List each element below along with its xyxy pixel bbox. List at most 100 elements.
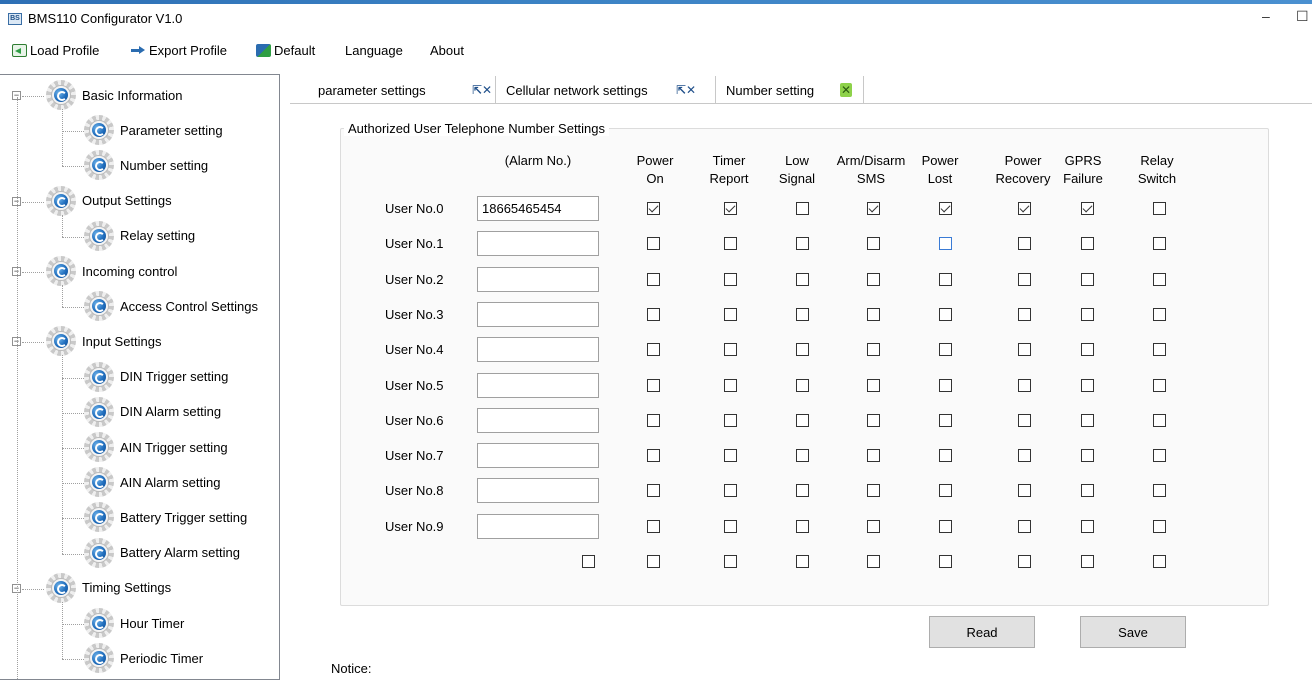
notify-checkbox[interactable]: [1153, 202, 1166, 215]
notify-checkbox[interactable]: [939, 237, 952, 251]
notify-checkbox[interactable]: [1153, 449, 1166, 463]
tree-group-input-settings[interactable]: Input Settings: [46, 325, 162, 357]
notify-checkbox[interactable]: [939, 343, 952, 357]
select-all-checkbox[interactable]: [582, 555, 595, 568]
select-all-checkbox[interactable]: [939, 555, 952, 568]
notify-checkbox[interactable]: [1081, 484, 1094, 498]
notify-checkbox[interactable]: [867, 449, 880, 463]
tree-item-battery-trigger-setting[interactable]: Battery Trigger setting: [84, 501, 247, 533]
notify-checkbox[interactable]: [1018, 343, 1031, 357]
alarm-number-input[interactable]: [477, 443, 599, 469]
tree-item-relay-setting[interactable]: Relay setting: [84, 220, 195, 252]
notify-checkbox[interactable]: [647, 237, 660, 251]
alarm-number-input[interactable]: [477, 337, 599, 363]
tab-number-setting[interactable]: Number setting ✕: [716, 76, 864, 104]
notify-checkbox[interactable]: [724, 484, 737, 498]
notify-checkbox[interactable]: [1153, 378, 1166, 392]
notify-checkbox[interactable]: [796, 378, 809, 392]
tab-close-icon[interactable]: ⇱✕: [472, 83, 492, 97]
alarm-number-input[interactable]: [477, 372, 599, 398]
notify-checkbox[interactable]: [1018, 413, 1031, 427]
alarm-number-input[interactable]: [477, 407, 599, 433]
notify-checkbox[interactable]: [867, 237, 880, 251]
select-all-checkbox[interactable]: [796, 555, 809, 568]
notify-checkbox[interactable]: [724, 307, 737, 321]
tree-item-din-alarm-setting[interactable]: DIN Alarm setting: [84, 396, 221, 428]
tree-group-output-settings[interactable]: Output Settings: [46, 185, 172, 217]
tree-item-parameter-setting[interactable]: Parameter setting: [84, 114, 223, 146]
notify-checkbox[interactable]: [939, 413, 952, 427]
alarm-number-input[interactable]: [477, 231, 599, 257]
maximize-button[interactable]: ☐: [1296, 8, 1309, 25]
notify-checkbox[interactable]: [647, 484, 660, 498]
notify-checkbox[interactable]: [796, 307, 809, 321]
tree-item-periodic-timer[interactable]: Periodic Timer: [84, 642, 203, 674]
alarm-number-input[interactable]: [477, 196, 599, 221]
language-menu[interactable]: Language: [345, 43, 403, 58]
read-button[interactable]: Read: [929, 616, 1035, 648]
notify-checkbox[interactable]: [1081, 307, 1094, 321]
notify-checkbox[interactable]: [939, 307, 952, 321]
notify-checkbox[interactable]: [647, 413, 660, 427]
notify-checkbox[interactable]: [939, 484, 952, 498]
select-all-checkbox[interactable]: [1153, 555, 1166, 568]
tree-item-number-setting[interactable]: Number setting: [84, 149, 208, 181]
notify-checkbox[interactable]: [939, 449, 952, 463]
notify-checkbox[interactable]: [1018, 449, 1031, 463]
notify-checkbox[interactable]: [867, 413, 880, 427]
notify-checkbox[interactable]: [1081, 343, 1094, 357]
notify-checkbox[interactable]: [1081, 413, 1094, 427]
notify-checkbox[interactable]: [1153, 519, 1166, 533]
notify-checkbox[interactable]: [1018, 237, 1031, 251]
tab-close-icon[interactable]: ✕: [840, 83, 853, 97]
notify-checkbox[interactable]: [796, 343, 809, 357]
tree-item-battery-alarm-setting[interactable]: Battery Alarm setting: [84, 537, 240, 569]
notify-checkbox[interactable]: [724, 237, 737, 251]
notify-checkbox[interactable]: [1153, 484, 1166, 498]
select-all-checkbox[interactable]: [647, 555, 660, 568]
select-all-checkbox[interactable]: [867, 555, 880, 568]
minimize-button[interactable]: –: [1262, 8, 1270, 24]
tab-close-icon[interactable]: ⇱✕: [676, 83, 696, 97]
about-menu[interactable]: About: [430, 43, 464, 58]
notify-checkbox[interactable]: [796, 449, 809, 463]
tab-cellular-network-settings[interactable]: Cellular network settings ⇱✕: [496, 76, 716, 104]
notify-checkbox[interactable]: [647, 449, 660, 463]
notify-checkbox[interactable]: [796, 237, 809, 251]
notify-checkbox[interactable]: [724, 343, 737, 357]
notify-checkbox[interactable]: [1018, 202, 1031, 215]
notify-checkbox[interactable]: [796, 202, 809, 215]
notify-checkbox[interactable]: [939, 272, 952, 286]
notify-checkbox[interactable]: [796, 413, 809, 427]
notify-checkbox[interactable]: [867, 343, 880, 357]
notify-checkbox[interactable]: [647, 272, 660, 286]
notify-checkbox[interactable]: [1081, 237, 1094, 251]
notify-checkbox[interactable]: [867, 484, 880, 498]
alarm-number-input[interactable]: [477, 513, 599, 539]
alarm-number-input[interactable]: [477, 301, 599, 327]
notify-checkbox[interactable]: [647, 202, 660, 215]
notify-checkbox[interactable]: [939, 378, 952, 392]
notify-checkbox[interactable]: [1018, 307, 1031, 321]
tree-group-basic-information[interactable]: Basic Information: [46, 79, 182, 111]
tree-group-timing-settings[interactable]: Timing Settings: [46, 572, 171, 604]
save-button[interactable]: Save: [1080, 616, 1186, 648]
notify-checkbox[interactable]: [724, 519, 737, 533]
alarm-number-input[interactable]: [477, 266, 599, 292]
notify-checkbox[interactable]: [1081, 202, 1094, 215]
load-profile-menu[interactable]: Load Profile: [12, 43, 99, 58]
notify-checkbox[interactable]: [867, 307, 880, 321]
notify-checkbox[interactable]: [724, 449, 737, 463]
notify-checkbox[interactable]: [796, 519, 809, 533]
default-menu[interactable]: Default: [256, 43, 315, 58]
notify-checkbox[interactable]: [1018, 519, 1031, 533]
notify-checkbox[interactable]: [1018, 378, 1031, 392]
notify-checkbox[interactable]: [647, 378, 660, 392]
notify-checkbox[interactable]: [1153, 413, 1166, 427]
tree-item-din-trigger-setting[interactable]: DIN Trigger setting: [84, 361, 228, 393]
notify-checkbox[interactable]: [647, 307, 660, 321]
notify-checkbox[interactable]: [939, 519, 952, 533]
notify-checkbox[interactable]: [1153, 237, 1166, 251]
notify-checkbox[interactable]: [1153, 307, 1166, 321]
notify-checkbox[interactable]: [867, 378, 880, 392]
